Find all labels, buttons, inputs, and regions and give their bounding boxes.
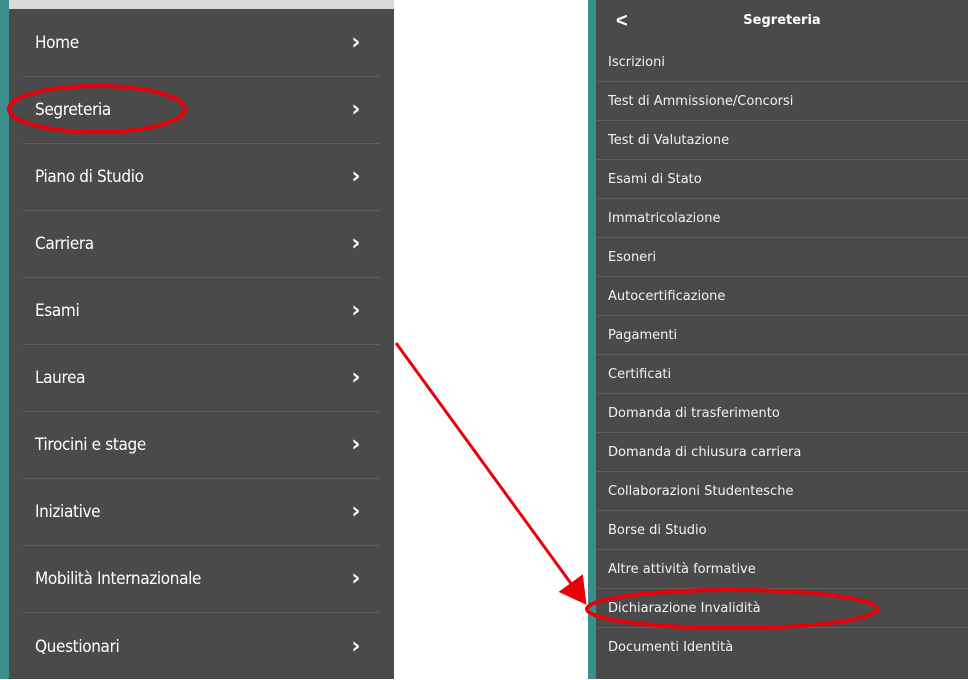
submenu-item-label: Iscrizioni: [608, 54, 665, 70]
menu-item-label: Piano di Studio: [35, 167, 144, 187]
submenu-item-iscrizioni[interactable]: Iscrizioni: [596, 43, 968, 82]
chevron-right-icon: ›: [351, 30, 360, 55]
main-menu: Home › Segreteria › Piano di Studio › Ca…: [0, 0, 394, 679]
menu-item-segreteria[interactable]: Segreteria ›: [23, 77, 380, 144]
menu-item-mobilita-internazionale[interactable]: Mobilità Internazionale ›: [23, 546, 380, 613]
chevron-right-icon: ›: [351, 365, 360, 390]
submenu-item-label: Domanda di trasferimento: [608, 405, 780, 421]
submenu-item-label: Pagamenti: [608, 327, 678, 343]
chevron-right-icon: ›: [351, 432, 360, 457]
menu-item-questionari[interactable]: Questionari ›: [23, 613, 380, 680]
menu-item-carriera[interactable]: Carriera ›: [23, 211, 380, 278]
submenu-item-domanda-di-trasferimento[interactable]: Domanda di trasferimento: [596, 394, 968, 433]
submenu-item-borse-di-studio[interactable]: Borse di Studio: [596, 511, 968, 550]
submenu-item-label: Autocertificazione: [608, 288, 726, 304]
menu-item-label: Laurea: [35, 368, 86, 388]
menu-item-label: Home: [35, 33, 79, 53]
submenu-segreteria: < Segreteria Iscrizioni Test di Ammissio…: [588, 0, 968, 679]
submenu-item-label: Esami di Stato: [608, 171, 702, 187]
menu-item-label: Iniziative: [35, 502, 101, 522]
chevron-right-icon: ›: [351, 231, 360, 256]
submenu-item-label: Borse di Studio: [608, 522, 707, 538]
submenu-item-dichiarazione-invalidita[interactable]: Dichiarazione Invalidità: [596, 589, 968, 628]
submenu-item-label: Documenti Identità: [608, 640, 734, 655]
menu-item-label: Tirocini e stage: [35, 435, 146, 455]
submenu-item-altre-attivita-formative[interactable]: Altre attività formative: [596, 550, 968, 589]
submenu-item-immatricolazione[interactable]: Immatricolazione: [596, 199, 968, 238]
chevron-right-icon: ›: [351, 298, 360, 323]
menu-item-iniziative[interactable]: Iniziative ›: [23, 479, 380, 546]
chevron-right-icon: ›: [351, 97, 360, 122]
submenu-item-label: Domanda di chiusura carriera: [608, 444, 802, 460]
chevron-right-icon: ›: [351, 566, 360, 591]
submenu-item-label: Test di Valutazione: [608, 132, 730, 148]
submenu-item-test-di-valutazione[interactable]: Test di Valutazione: [596, 121, 968, 160]
submenu-item-label: Altre attività formative: [608, 561, 756, 577]
submenu-item-label: Certificati: [608, 366, 672, 382]
menu-item-laurea[interactable]: Laurea ›: [23, 345, 380, 412]
submenu-item-pagamenti[interactable]: Pagamenti: [596, 316, 968, 355]
menu-item-esami[interactable]: Esami ›: [23, 278, 380, 345]
menu-accent-stripe: [0, 0, 9, 679]
submenu-item-label: Esoneri: [608, 249, 657, 265]
submenu-item-label: Dichiarazione Invalidità: [608, 600, 761, 616]
menu-top-bar: [0, 0, 394, 9]
chevron-right-icon: ›: [351, 499, 360, 524]
chevron-right-icon: ›: [351, 633, 360, 659]
submenu-title: Segreteria: [743, 13, 821, 28]
submenu-item-documenti-identita[interactable]: Documenti Identità: [596, 628, 968, 667]
menu-item-piano-di-studio[interactable]: Piano di Studio ›: [23, 144, 380, 211]
submenu-accent-stripe: [588, 0, 596, 679]
submenu-item-certificati[interactable]: Certificati: [596, 355, 968, 394]
submenu-item-autocertificazione[interactable]: Autocertificazione: [596, 277, 968, 316]
submenu-item-test-di-ammissione[interactable]: Test di Ammissione/Concorsi: [596, 82, 968, 121]
submenu-item-label: Immatricolazione: [608, 210, 721, 226]
submenu-item-esoneri[interactable]: Esoneri: [596, 238, 968, 277]
submenu-header: < Segreteria: [596, 0, 968, 43]
menu-item-home[interactable]: Home ›: [23, 10, 380, 77]
submenu-item-collaborazioni-studentesche[interactable]: Collaborazioni Studentesche: [596, 472, 968, 511]
annotation-arrow: [394, 342, 587, 605]
menu-item-label: Questionari: [35, 636, 120, 657]
menu-item-label: Esami: [35, 301, 80, 321]
submenu-item-domanda-di-chiusura-carriera[interactable]: Domanda di chiusura carriera: [596, 433, 968, 472]
chevron-right-icon: ›: [351, 164, 360, 189]
menu-item-label: Carriera: [35, 234, 94, 254]
submenu-item-label: Collaborazioni Studentesche: [608, 483, 794, 499]
menu-item-label: Mobilità Internazionale: [35, 569, 202, 589]
menu-item-tirocini-e-stage[interactable]: Tirocini e stage ›: [23, 412, 380, 479]
submenu-item-esami-di-stato[interactable]: Esami di Stato: [596, 160, 968, 199]
menu-item-label: Segreteria: [35, 100, 111, 120]
submenu-item-label: Test di Ammissione/Concorsi: [608, 93, 794, 109]
